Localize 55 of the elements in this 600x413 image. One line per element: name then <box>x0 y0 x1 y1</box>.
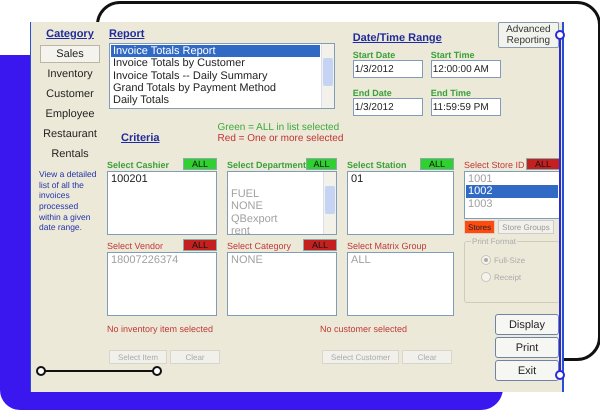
all-button[interactable]: ALL <box>306 158 337 170</box>
report-item[interactable]: Invoice Totals by Customer <box>111 57 320 70</box>
report-item[interactable]: Invoice Totals Report <box>111 45 320 58</box>
all-button[interactable]: ALL <box>183 158 217 170</box>
action-button[interactable]: Exit <box>495 360 559 381</box>
category-button[interactable]: Rentals <box>40 145 100 163</box>
action-button[interactable]: Display <box>495 314 559 335</box>
list-item[interactable]: 01 <box>349 173 452 186</box>
list-box[interactable]: 1001 1002 1003 <box>464 171 560 219</box>
description-text: View a detailed list of all the invoices processed within a given date range. <box>39 169 98 233</box>
input-field[interactable]: 1/3/2012 <box>352 60 423 78</box>
list-label: Select Cashier <box>107 160 170 170</box>
section-heading: Date/Time Range <box>352 32 442 44</box>
list-item[interactable]: 1002 <box>466 185 558 198</box>
report-item[interactable]: Daily Totals <box>111 94 320 107</box>
legend-text: Green = ALL in list selected <box>218 122 340 133</box>
list-label: Select Vendor <box>107 241 164 251</box>
field-label: End Date <box>352 88 393 98</box>
advanced-reporting-button[interactable]: Advanced Reporting <box>498 22 559 48</box>
field-label: Start Time <box>430 50 476 60</box>
category-button[interactable]: Inventory <box>40 65 100 83</box>
report-list[interactable]: Invoice Totals Report Invoice Totals by Customer Invoice Totals -- Daily Summary Grand Totals by Payment Method Daily Totals <box>109 43 335 109</box>
legend-text: Red = One or more selected <box>218 133 344 144</box>
list-label: Select Store ID <box>464 160 525 170</box>
radio-label: Full-Size <box>494 256 526 264</box>
action-button[interactable]: Print <box>495 337 559 358</box>
category-button[interactable]: Employee <box>40 105 100 123</box>
all-button[interactable]: ALL <box>420 158 454 170</box>
toggle-button[interactable]: Stores <box>464 220 496 234</box>
list-item[interactable]: 100201 <box>109 173 215 186</box>
field-label: End Time <box>430 88 472 98</box>
group-title: Print Format <box>471 237 518 246</box>
field-label: Start Date <box>352 50 396 60</box>
report-item[interactable]: Invoice Totals -- Daily Summary <box>111 70 320 82</box>
list-box[interactable]: 01 <box>347 171 454 235</box>
status-note: No inventory item selected <box>107 324 214 334</box>
category-button[interactable]: Sales <box>40 45 100 63</box>
status-note: No customer selected <box>320 324 408 334</box>
scrollbar[interactable] <box>320 44 334 108</box>
scrollbar[interactable] <box>323 172 336 234</box>
category-button[interactable]: Customer <box>40 85 100 103</box>
report-item[interactable]: Grand Totals by Payment Method <box>111 82 320 94</box>
list-box[interactable]: 100201 <box>107 171 217 235</box>
list-label: Select Matrix Group <box>347 241 427 251</box>
list-label: Select Station <box>347 160 407 170</box>
input-field[interactable]: 11:59:59 PM <box>430 98 501 116</box>
section-heading: Category <box>46 28 94 40</box>
input-field[interactable]: 12:00:00 AM <box>430 60 501 78</box>
input-field[interactable]: 1/3/2012 <box>352 98 423 116</box>
section-heading: Report <box>109 28 146 40</box>
list-label: Select Department <box>227 160 306 170</box>
radio-label: Receipt <box>494 272 522 282</box>
list-label: Select Category <box>227 241 292 251</box>
category-button[interactable]: Restaurant <box>40 125 100 143</box>
section-heading: Criteria <box>121 132 160 144</box>
